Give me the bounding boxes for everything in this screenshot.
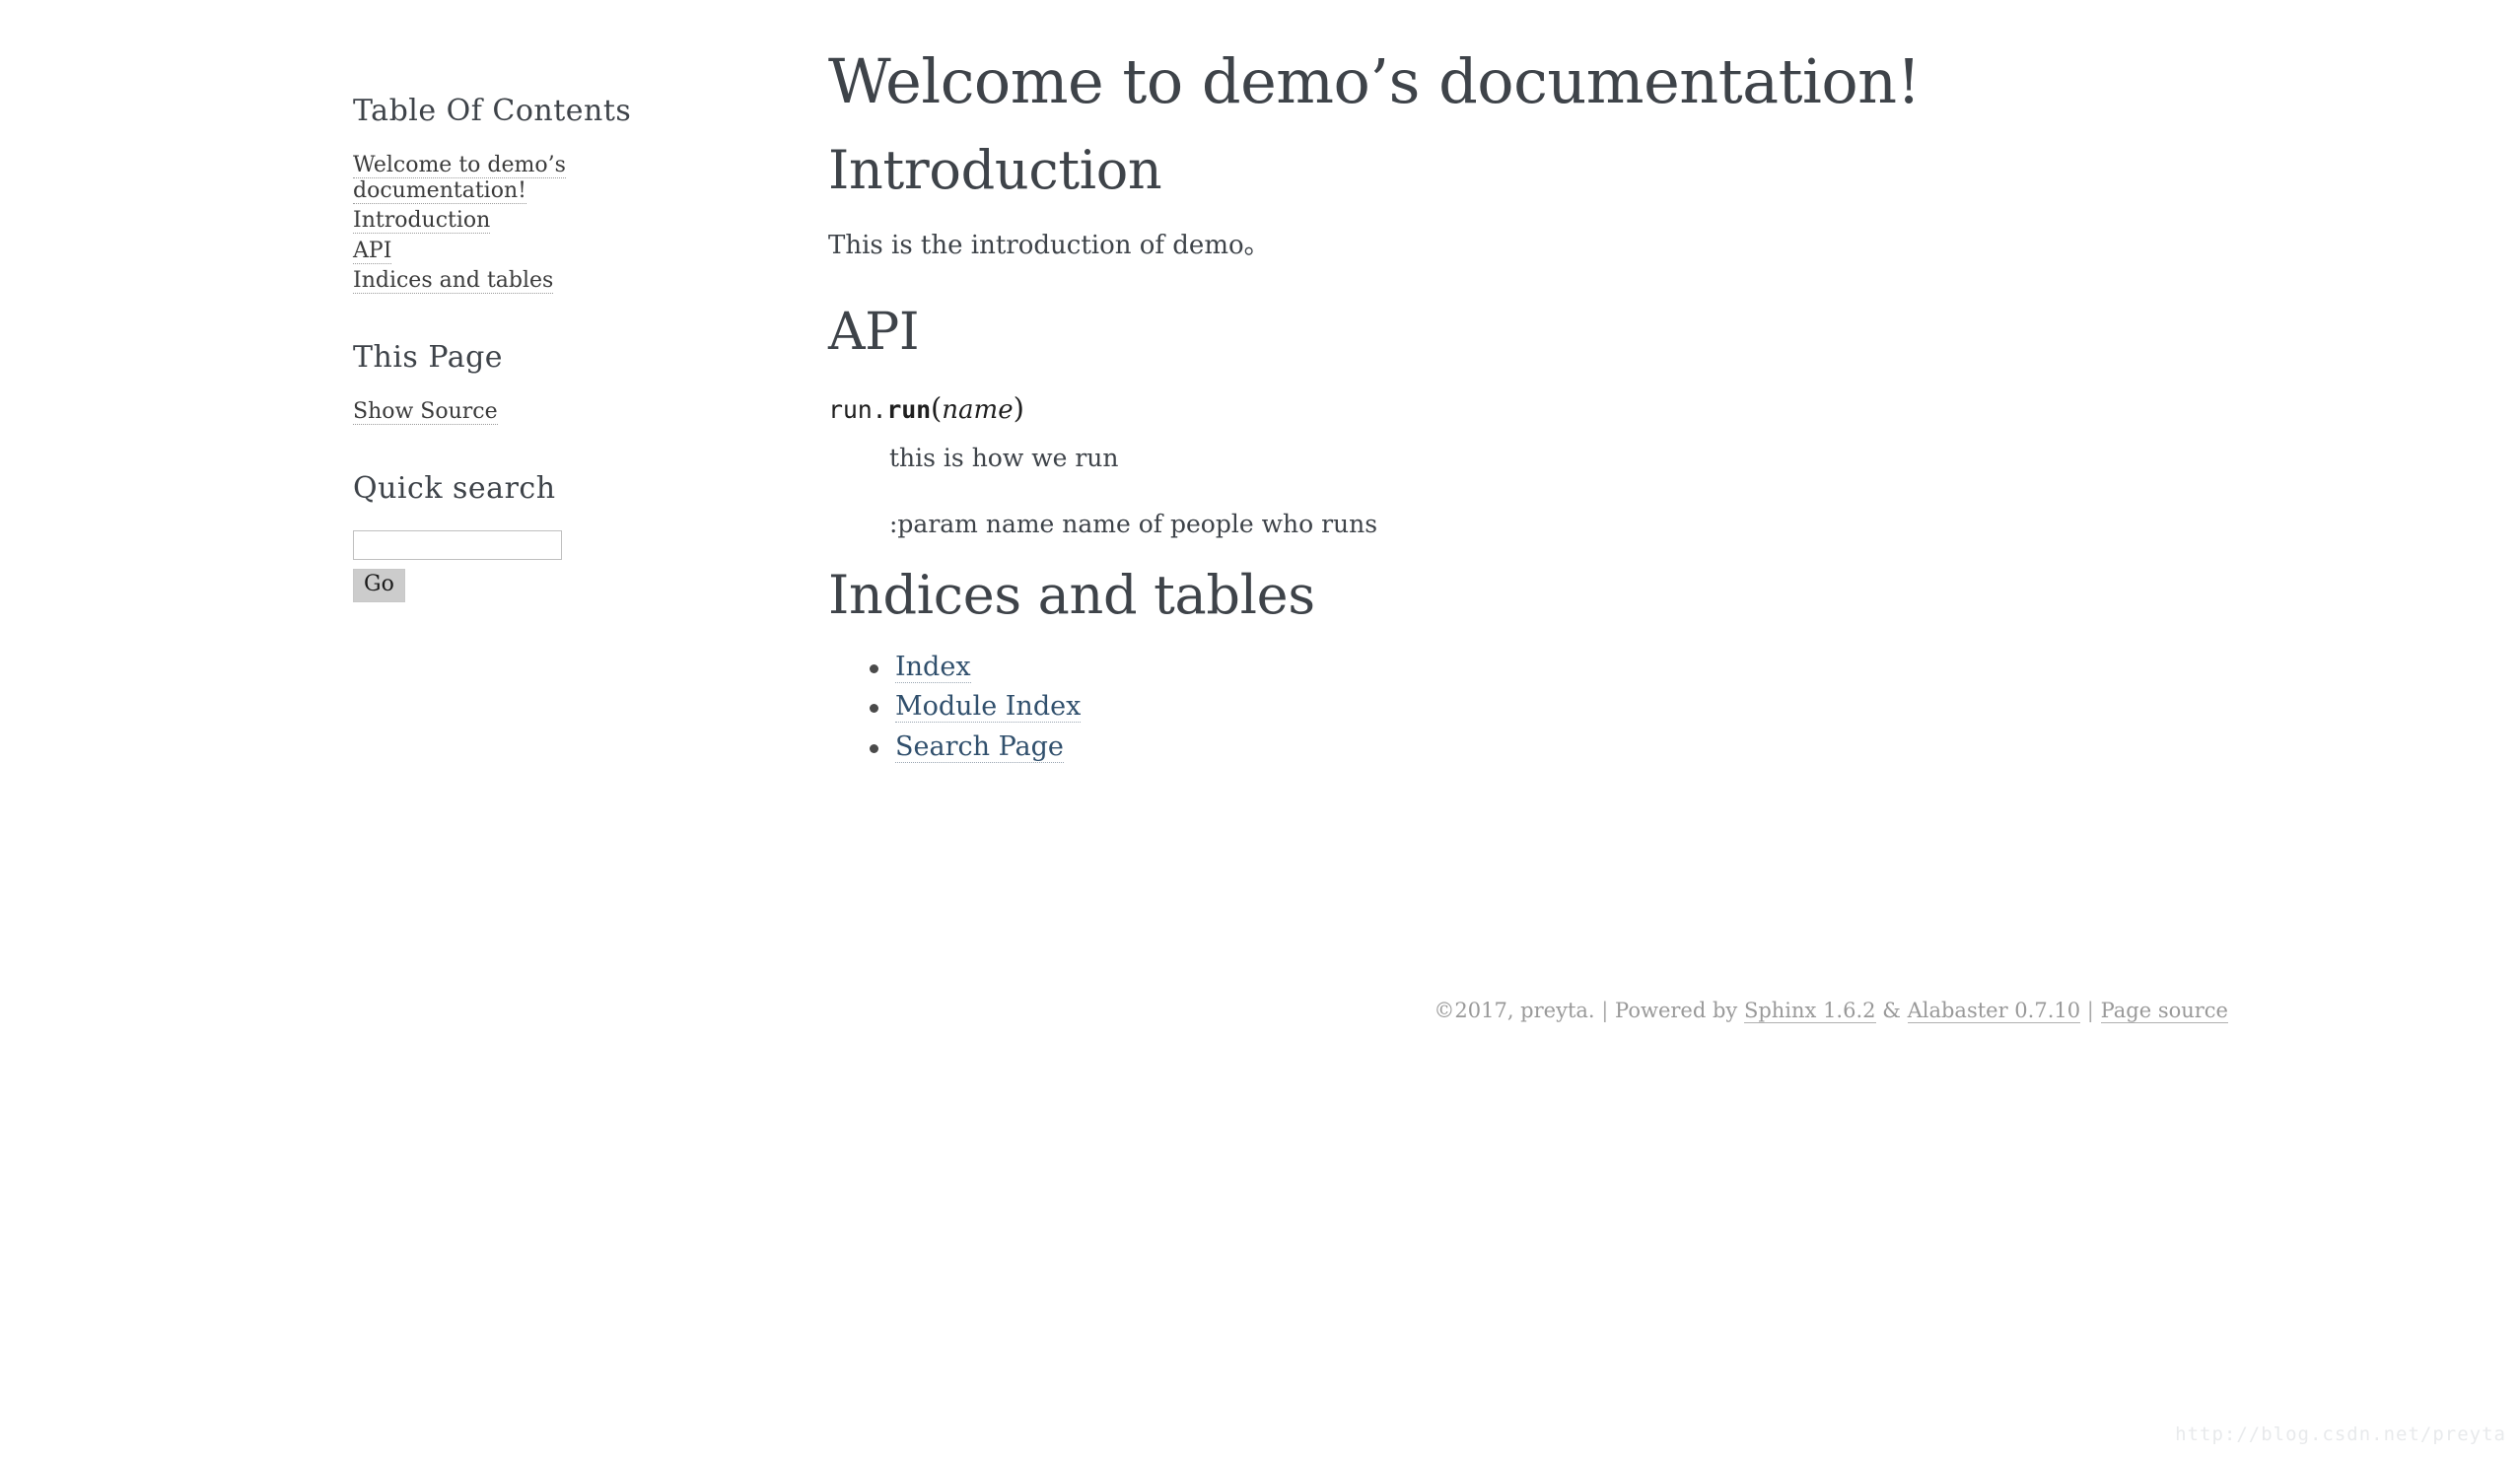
watermark-text: http://blog.csdn.net/preyta — [2175, 1423, 2506, 1445]
this-page-heading: This Page — [353, 339, 504, 375]
list-item: Welcome to demo’s documentation! — [353, 153, 708, 205]
footer-ampersand: & — [1882, 999, 1901, 1022]
page-title: Welcome to demo’s documentation! — [828, 45, 1922, 117]
signature-close-paren: ) — [1013, 390, 1024, 425]
introduction-paragraph: This is the introduction of demo。 — [828, 231, 1270, 261]
toc-heading: Table Of Contents — [353, 94, 632, 128]
page-source-link[interactable]: Page source — [2100, 999, 2228, 1023]
footer-separator-2: | — [2086, 999, 2094, 1022]
sphinx-link[interactable]: Sphinx 1.6.2 — [1743, 999, 1876, 1023]
toc-list: Welcome to demo’s documentation! Introdu… — [353, 153, 708, 294]
documentation-page: Table Of Contents Welcome to demo’s docu… — [0, 0, 2520, 1457]
index-link[interactable]: Index — [895, 651, 971, 683]
list-item: Search Page — [870, 730, 2228, 765]
search-page-link[interactable]: Search Page — [895, 730, 1064, 763]
bullet-icon — [870, 663, 878, 673]
signature-parameter: name — [942, 394, 1014, 425]
api-param-text: :param name name of people who runs — [889, 509, 1378, 538]
list-item: Introduction — [353, 208, 708, 235]
signature-name: run — [886, 394, 931, 424]
section-heading-api: API — [828, 303, 920, 363]
list-item: Index — [870, 651, 2228, 685]
api-description: this is how we run :param name name of p… — [889, 442, 2228, 541]
sidebar-item-api[interactable]: API — [353, 238, 392, 264]
footer: ©2017, preyta. | Powered by Sphinx 1.6.2… — [828, 998, 2228, 1024]
main-content: Welcome to demo’s documentation! Introdu… — [828, 45, 2228, 770]
api-definition: run.run(name) this is how we run :param … — [828, 391, 2228, 541]
sidebar-item-introduction[interactable]: Introduction — [353, 208, 491, 235]
footer-powered-by-label: Powered by — [1615, 999, 1738, 1022]
list-item: Indices and tables — [353, 267, 708, 294]
function-signature: run.run(name) — [828, 391, 2228, 426]
api-description-text: this is how we run — [889, 443, 1119, 472]
module-index-link[interactable]: Module Index — [895, 691, 1082, 724]
quick-search-heading: Quick search — [353, 471, 556, 507]
bullet-icon — [870, 743, 878, 753]
sidebar-item-indices-and-tables[interactable]: Indices and tables — [353, 267, 554, 294]
sidebar: Table Of Contents Welcome to demo’s docu… — [353, 95, 708, 650]
show-source-link[interactable]: Show Source — [353, 398, 498, 425]
search-form: Go — [353, 530, 708, 603]
show-source-wrap: Show Source — [353, 398, 708, 425]
bullet-icon — [870, 704, 878, 714]
section-heading-indices: Indices and tables — [828, 564, 1315, 627]
sidebar-section-toc: Table Of Contents Welcome to demo’s docu… — [353, 95, 708, 294]
search-input[interactable] — [353, 530, 562, 561]
footer-separator-1: | — [1601, 999, 1609, 1022]
section-heading-introduction: Introduction — [828, 138, 1162, 201]
alabaster-link[interactable]: Alabaster 0.7.10 — [1907, 999, 2081, 1023]
indices-list: Index Module Index Search Page — [828, 651, 2228, 765]
search-go-button[interactable]: Go — [353, 569, 405, 603]
list-item: API — [353, 238, 708, 264]
signature-prename: run. — [828, 394, 887, 424]
sidebar-item-welcome[interactable]: Welcome to demo’s documentation! — [353, 153, 566, 205]
sidebar-section-this-page: This Page Show Source — [353, 341, 708, 425]
footer-copyright: ©2017, preyta. — [1434, 999, 1595, 1022]
signature-open-paren: ( — [930, 390, 943, 425]
sidebar-section-quick-search: Quick search Go — [353, 471, 708, 603]
list-item: Module Index — [870, 690, 2228, 725]
